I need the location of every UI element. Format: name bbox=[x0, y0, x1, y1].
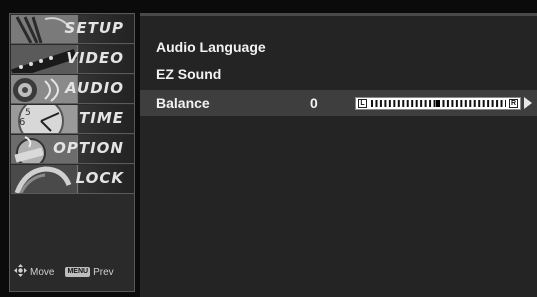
row-label: EZ Sound bbox=[156, 66, 222, 82]
balance-slider[interactable]: L R bbox=[355, 97, 521, 110]
sidebar-menu: SETUP VIDEO AUDIO 6 5 TIME OPTION LOCK M… bbox=[9, 13, 135, 292]
scale-tick bbox=[379, 100, 382, 107]
scale-tick bbox=[442, 100, 445, 107]
row-label: Audio Language bbox=[156, 39, 266, 55]
left-cap-label: L bbox=[358, 99, 367, 108]
sidebar-item-label: TIME bbox=[79, 109, 124, 127]
move-hint-label: Move bbox=[30, 266, 55, 278]
scale-tick bbox=[402, 100, 405, 107]
scale-tick bbox=[482, 100, 485, 107]
sidebar-item-label: LOCK bbox=[75, 169, 124, 187]
sidebar-item-lock[interactable]: LOCK bbox=[11, 165, 134, 194]
scale-tick bbox=[491, 100, 494, 107]
scale-tick bbox=[420, 100, 423, 107]
row-label: Balance bbox=[156, 95, 210, 111]
balance-scale-ticks bbox=[371, 100, 506, 107]
scale-tick bbox=[487, 100, 490, 107]
right-cap-label: R bbox=[509, 99, 518, 108]
scale-tick bbox=[451, 100, 454, 107]
menu-row-ez-sound[interactable]: EZ Sound bbox=[140, 61, 537, 87]
menu-row-balance[interactable]: Balance 0 L R bbox=[140, 90, 537, 116]
scale-tick bbox=[397, 100, 400, 107]
sidebar-item-label: VIDEO bbox=[66, 49, 124, 67]
sidebar-item-time[interactable]: 6 5 TIME bbox=[11, 105, 134, 134]
sidebar-item-option[interactable]: OPTION bbox=[11, 135, 134, 164]
scale-tick bbox=[429, 100, 432, 107]
tv-menu-screen: SETUP VIDEO AUDIO 6 5 TIME OPTION LOCK M… bbox=[0, 0, 537, 297]
move-dpad-icon bbox=[14, 264, 27, 280]
scale-tick bbox=[415, 100, 418, 107]
scale-tick bbox=[478, 100, 481, 107]
scale-tick bbox=[393, 100, 396, 107]
scale-tick bbox=[500, 100, 503, 107]
audio-menu-panel: Audio Language EZ Sound Balance 0 L R bbox=[140, 13, 537, 297]
menu-row-audio-language[interactable]: Audio Language bbox=[140, 34, 537, 60]
navigation-hints: Move MENU Prev bbox=[14, 262, 134, 282]
sidebar-item-video[interactable]: VIDEO bbox=[11, 45, 134, 74]
svg-text:5: 5 bbox=[25, 108, 31, 118]
scale-tick bbox=[496, 100, 499, 107]
scale-tick bbox=[505, 100, 506, 107]
prev-hint-label: Prev bbox=[93, 266, 114, 278]
scale-tick bbox=[388, 100, 391, 107]
clock-icon: 6 5 bbox=[11, 105, 78, 133]
scale-tick bbox=[424, 100, 427, 107]
scale-tick bbox=[469, 100, 472, 107]
menu-button-badge: MENU bbox=[65, 267, 91, 277]
scale-tick bbox=[455, 100, 458, 107]
padlock-icon bbox=[11, 165, 78, 193]
sidebar-item-setup[interactable]: SETUP bbox=[11, 15, 134, 44]
sidebar-item-audio[interactable]: AUDIO bbox=[11, 75, 134, 104]
balance-position-marker[interactable] bbox=[436, 100, 440, 107]
right-arrow-icon[interactable] bbox=[524, 97, 532, 109]
scale-tick bbox=[406, 100, 409, 107]
sidebar-item-label: SETUP bbox=[64, 19, 124, 37]
scale-tick bbox=[446, 100, 449, 107]
sidebar-item-label: AUDIO bbox=[65, 79, 124, 97]
scale-tick bbox=[371, 100, 373, 107]
balance-value: 0 bbox=[310, 95, 318, 111]
scale-tick bbox=[411, 100, 414, 107]
scale-tick bbox=[473, 100, 476, 107]
scale-tick bbox=[375, 100, 378, 107]
svg-text:6: 6 bbox=[19, 117, 25, 128]
scale-tick bbox=[433, 100, 436, 107]
scale-tick bbox=[464, 100, 467, 107]
scale-tick bbox=[460, 100, 463, 107]
sidebar-item-label: OPTION bbox=[53, 139, 124, 157]
scale-tick bbox=[384, 100, 387, 107]
